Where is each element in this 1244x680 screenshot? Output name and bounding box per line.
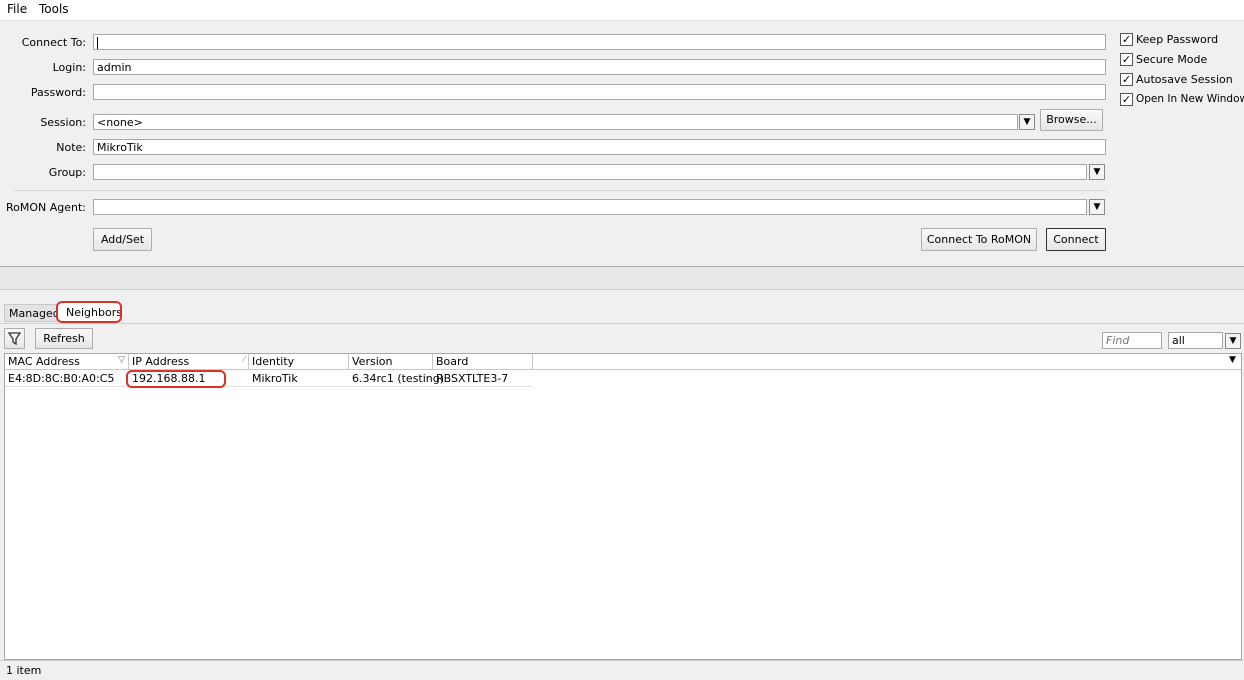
autosave-session-label: Autosave Session: [1136, 73, 1233, 86]
toolbar: [0, 323, 1244, 354]
keep-password-checkbox[interactable]: ✓: [1120, 33, 1133, 46]
form-separator: [14, 190, 1106, 191]
romon-agent-label: RoMON Agent:: [5, 201, 86, 214]
menu-bar: File Tools: [0, 0, 1244, 21]
group-select[interactable]: [93, 164, 1087, 180]
browse-button[interactable]: Browse...: [1040, 109, 1103, 131]
autosave-session-checkbox[interactable]: ✓: [1120, 73, 1133, 86]
column-header-mac-label: MAC Address: [8, 355, 80, 368]
romon-dropdown-icon[interactable]: ▼: [1089, 199, 1105, 215]
cell-mac: E4:8D:8C:B0:A0:C5: [8, 372, 115, 385]
column-header-mac[interactable]: MAC Address ▽: [5, 354, 129, 370]
login-input[interactable]: admin: [93, 59, 1106, 75]
cell-version: 6.34rc1 (testing): [352, 372, 445, 385]
column-header-ip[interactable]: IP Address ⁄: [129, 354, 249, 370]
refresh-button[interactable]: Refresh: [35, 328, 93, 349]
filter-dropdown-icon[interactable]: ▼: [1225, 333, 1241, 349]
column-header-filler: [533, 354, 1224, 370]
group-label: Group:: [48, 166, 86, 179]
menu-tools[interactable]: Tools: [39, 2, 69, 16]
session-select[interactable]: <none>: [93, 114, 1018, 130]
note-label: Note:: [56, 141, 86, 154]
filter-select[interactable]: all: [1168, 332, 1223, 349]
item-count: 1 item: [6, 664, 42, 677]
neighbors-tab-highlight: [56, 301, 122, 323]
connect-to-label: Connect To:: [21, 36, 86, 49]
columns-menu-icon[interactable]: ▼: [1224, 354, 1241, 370]
connect-to-input[interactable]: [93, 34, 1106, 50]
connect-to-romon-button[interactable]: Connect To RoMON: [921, 228, 1037, 251]
open-new-window-label: Open In New Window: [1136, 93, 1244, 105]
status-bar: 1 item: [0, 660, 1244, 680]
romon-agent-select[interactable]: [93, 199, 1087, 215]
resize-grip-icon: ⁄: [243, 355, 245, 365]
filter-icon: [7, 332, 22, 346]
session-label: Session:: [40, 116, 86, 129]
tab-managed[interactable]: Managed: [9, 307, 60, 320]
secure-mode-label: Secure Mode: [1136, 53, 1208, 66]
note-input[interactable]: MikroTik: [93, 139, 1106, 155]
group-dropdown-icon[interactable]: ▼: [1089, 164, 1105, 180]
open-new-window-checkbox[interactable]: ✓: [1120, 93, 1133, 106]
find-input[interactable]: [1102, 332, 1162, 349]
secure-mode-checkbox[interactable]: ✓: [1120, 53, 1133, 66]
password-label: Password:: [30, 86, 86, 99]
column-header-board[interactable]: Board: [433, 354, 533, 370]
panel-divider: [0, 266, 1244, 290]
filter-button[interactable]: [4, 328, 25, 349]
menu-file[interactable]: File: [7, 2, 27, 16]
password-input[interactable]: [93, 84, 1106, 100]
connect-button[interactable]: Connect: [1046, 228, 1106, 251]
cell-board: RBSXTLTE3-7: [436, 372, 509, 385]
text-cursor: [97, 37, 98, 49]
keep-password-label: Keep Password: [1136, 33, 1219, 46]
column-header-identity[interactable]: Identity: [249, 354, 349, 370]
login-label: Login:: [52, 61, 86, 74]
ip-address-highlight: [126, 370, 226, 388]
neighbors-table: MAC Address ▽ IP Address ⁄ Identity Vers…: [4, 353, 1242, 660]
sort-icon: ▽: [118, 355, 125, 365]
cell-identity: MikroTik: [252, 372, 298, 385]
add-set-button[interactable]: Add/Set: [93, 228, 152, 251]
column-header-ip-label: IP Address: [132, 355, 190, 368]
session-dropdown-icon[interactable]: ▼: [1019, 114, 1035, 130]
column-header-version[interactable]: Version: [349, 354, 433, 370]
